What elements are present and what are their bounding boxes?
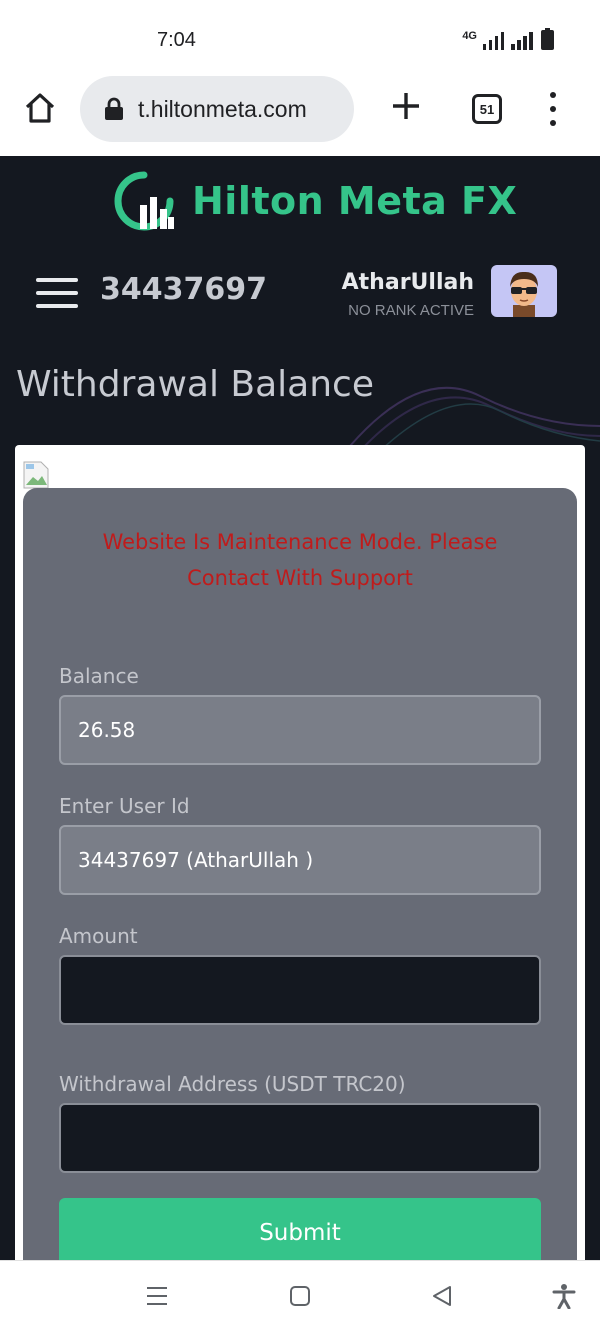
home-square-icon[interactable]	[287, 1283, 313, 1309]
site-logo[interactable]: Hilton Meta FX	[110, 166, 517, 236]
brand-name: Hilton Meta FX	[192, 179, 518, 223]
maintenance-message: Website Is Maintenance Mode. Please Cont…	[63, 524, 537, 596]
accessibility-icon[interactable]	[551, 1283, 577, 1309]
recent-apps-icon[interactable]	[144, 1283, 170, 1309]
withdrawal-address-input[interactable]	[59, 1103, 541, 1173]
submit-button[interactable]: Submit	[59, 1198, 541, 1260]
user-header: 34437697 AtharUllah NO RANK ACTIVE	[0, 262, 600, 332]
maintenance-line-1: Website Is Maintenance Mode. Please	[102, 530, 498, 554]
lock-icon	[105, 97, 123, 120]
user-id-field: 34437697 (AtharUllah )	[59, 825, 541, 895]
broken-image-icon	[23, 461, 49, 489]
form-wrapper: Website Is Maintenance Mode. Please Cont…	[15, 445, 585, 1260]
avatar[interactable]	[491, 265, 557, 317]
network-type-label: 4G	[462, 30, 477, 42]
user-name: AtharUllah	[341, 270, 474, 295]
withdrawal-form-card: Website Is Maintenance Mode. Please Cont…	[23, 488, 577, 1260]
user-id-label: Enter User Id	[59, 794, 190, 818]
system-nav-bar	[0, 1260, 600, 1333]
address-label: Withdrawal Address (USDT TRC20)	[59, 1072, 406, 1096]
battery-icon	[541, 28, 554, 50]
balance-field: 26.58	[59, 695, 541, 765]
status-icons: 4G	[462, 28, 554, 50]
signal-icon-2	[511, 32, 533, 50]
page-content: Hilton Meta FX 34437697 AtharUllah NO RA…	[0, 156, 600, 1260]
home-icon[interactable]	[22, 90, 58, 126]
plus-icon[interactable]	[390, 90, 422, 122]
amount-label: Amount	[59, 924, 138, 948]
status-bar: 7:04 4G	[0, 0, 600, 76]
back-icon[interactable]	[429, 1283, 455, 1309]
browser-toolbar: t.hiltonmeta.com 51	[0, 76, 600, 156]
status-time: 7:04	[157, 29, 196, 51]
hamburger-menu-icon[interactable]	[36, 278, 78, 308]
url-text: t.hiltonmeta.com	[138, 95, 307, 122]
tabs-button[interactable]: 51	[472, 94, 502, 124]
page-title: Withdrawal Balance	[16, 364, 374, 405]
user-rank: NO RANK ACTIVE	[348, 302, 474, 319]
user-id: 34437697	[100, 272, 267, 307]
signal-icon	[483, 32, 504, 50]
url-bar[interactable]: t.hiltonmeta.com	[80, 76, 354, 142]
balance-label: Balance	[59, 664, 139, 688]
amount-input[interactable]	[59, 955, 541, 1025]
more-icon[interactable]	[548, 92, 558, 126]
avatar-face-icon	[510, 271, 538, 317]
maintenance-line-2: Contact With Support	[187, 566, 413, 590]
chart-logo-icon	[114, 171, 174, 231]
